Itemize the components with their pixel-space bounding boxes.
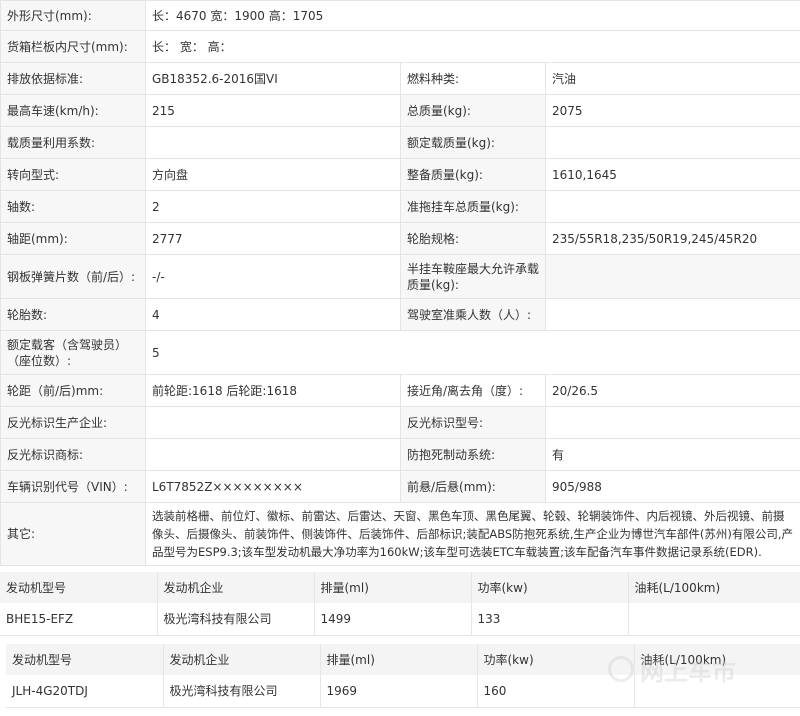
engine-table-2: 发动机型号 发动机企业 排量(ml) 功率(kw) 油耗(L/100km) JL… bbox=[6, 644, 800, 708]
saddle-load-label: 半挂车鞍座最大允许承载质量(kg): bbox=[400, 254, 546, 299]
engine-model-cell: BHE15-EFZ bbox=[0, 603, 157, 636]
spec-row-passengers: 额定载客（含驾驶员）（座位数）: 5 bbox=[0, 330, 800, 375]
leaf-spring-value: -/- bbox=[145, 254, 401, 299]
engine-maker-header: 发动机企业 bbox=[156, 572, 314, 603]
power-header: 功率(kw) bbox=[470, 572, 628, 603]
abs-value: 有 bbox=[544, 438, 800, 471]
load-utilization-value bbox=[145, 126, 401, 159]
track-width-value: 前轮距:1618 后轮距:1618 bbox=[145, 374, 401, 407]
passenger-capacity-value: 5 bbox=[144, 330, 800, 375]
axle-count-value: 2 bbox=[145, 190, 401, 223]
track-width-label: 轮距（前/后)mm: bbox=[0, 374, 146, 407]
abs-label: 防抱死制动系统: bbox=[400, 438, 546, 471]
spec-row-load: 载质量利用系数: 额定载质量(kg): bbox=[0, 126, 800, 159]
table-row: BHE15-EFZ 极光湾科技有限公司 1499 133 bbox=[0, 603, 800, 636]
emission-standard-label: 排放依据标准: bbox=[0, 62, 146, 95]
steering-value: 方向盘 bbox=[145, 158, 401, 191]
other-label: 其它: bbox=[0, 502, 146, 566]
reflector-model-label: 反光标识型号: bbox=[400, 406, 546, 439]
saddle-load-value bbox=[544, 254, 800, 299]
emission-standard-value: GB18352.6-2016国VI bbox=[145, 62, 401, 95]
leaf-spring-label: 钢板弹簧片数（前/后）: bbox=[0, 254, 146, 299]
tire-count-label: 轮胎数: bbox=[0, 298, 146, 331]
engine-maker-header: 发动机企业 bbox=[162, 644, 320, 675]
spec-row-steering: 转向型式: 方向盘 整备质量(kg): 1610,1645 bbox=[0, 158, 800, 191]
fuel-consumption-cell bbox=[627, 603, 800, 636]
axle-count-label: 轴数: bbox=[0, 190, 146, 223]
spec-row-wheelbase: 轴距(mm): 2777 轮胎规格: 235/55R18,235/50R19,2… bbox=[0, 222, 800, 255]
reflector-model-value bbox=[544, 406, 800, 439]
fuel-type-label: 燃料种类: bbox=[400, 62, 546, 95]
total-mass-label: 总质量(kg): bbox=[400, 94, 546, 127]
curb-mass-label: 整备质量(kg): bbox=[400, 158, 546, 191]
spec-row-reflect-brand: 反光标识商标: 防抱死制动系统: 有 bbox=[0, 438, 800, 471]
approach-angle-label: 接近角/离去角（度）: bbox=[400, 374, 546, 407]
total-mass-value: 2075 bbox=[544, 94, 800, 127]
power-cell: 133 bbox=[470, 603, 628, 636]
cargo-size-label: 货箱栏板内尺寸(mm): bbox=[0, 30, 146, 63]
reflector-maker-value bbox=[145, 406, 401, 439]
cargo-size-value: 长： 宽： 高： bbox=[144, 30, 800, 63]
displacement-header: 排量(ml) bbox=[319, 644, 477, 675]
spec-row-vin: 车辆识别代号（VIN）: L6T7852Z××××××××× 前悬/后悬(mm)… bbox=[0, 470, 800, 503]
engine-maker-cell: 极光湾科技有限公司 bbox=[162, 675, 320, 708]
wheelbase-label: 轴距(mm): bbox=[0, 222, 146, 255]
other-value: 选装前格栅、前位灯、徽标、前雷达、后雷达、天窗、黑色车顶、黑色尾翼、轮毂、轮辋装… bbox=[144, 502, 800, 566]
spec-row-track: 轮距（前/后)mm: 前轮距:1618 后轮距:1618 接近角/离去角（度）:… bbox=[0, 374, 800, 407]
rated-load-label: 额定载质量(kg): bbox=[400, 126, 546, 159]
load-utilization-label: 载质量利用系数: bbox=[0, 126, 146, 159]
max-speed-label: 最高车速(km/h): bbox=[0, 94, 146, 127]
steering-label: 转向型式: bbox=[0, 158, 146, 191]
spec-row-tires: 轮胎数: 4 驾驶室准乘人数（人）: bbox=[0, 298, 800, 331]
trailer-mass-value bbox=[544, 190, 800, 223]
power-header: 功率(kw) bbox=[476, 644, 634, 675]
spec-row-speed: 最高车速(km/h): 215 总质量(kg): 2075 bbox=[0, 94, 800, 127]
dimensions-label: 外形尺寸(mm): bbox=[0, 0, 146, 31]
reflector-maker-label: 反光标识生产企业: bbox=[0, 406, 146, 439]
fuel-consumption-header: 油耗(L/100km) bbox=[627, 572, 800, 603]
tire-count-value: 4 bbox=[145, 298, 401, 331]
rated-load-value bbox=[544, 126, 800, 159]
curb-mass-value: 1610,1645 bbox=[544, 158, 800, 191]
trailer-mass-label: 准拖挂车总质量(kg): bbox=[400, 190, 546, 223]
fuel-consumption-header: 油耗(L/100km) bbox=[633, 644, 800, 675]
displacement-cell: 1499 bbox=[313, 603, 471, 636]
displacement-header: 排量(ml) bbox=[313, 572, 471, 603]
engine-model-header: 发动机型号 bbox=[0, 572, 157, 603]
displacement-cell: 1969 bbox=[319, 675, 477, 708]
dimensions-value: 长：4670 宽：1900 高：1705 bbox=[144, 0, 800, 31]
engine-table-1: 发动机型号 发动机企业 排量(ml) 功率(kw) 油耗(L/100km) BH… bbox=[0, 572, 800, 636]
passenger-capacity-label: 额定载客（含驾驶员）（座位数）: bbox=[0, 330, 146, 375]
approach-angle-value: 20/26.5 bbox=[544, 374, 800, 407]
overhang-label: 前悬/后悬(mm): bbox=[400, 470, 546, 503]
vehicle-spec-table: 外形尺寸(mm): 长：4670 宽：1900 高：1705 货箱栏板内尺寸(m… bbox=[0, 0, 800, 566]
spec-row-other: 其它: 选装前格栅、前位灯、徽标、前雷达、后雷达、天窗、黑色车顶、黑色尾翼、轮毂… bbox=[0, 502, 800, 566]
reflector-brand-value bbox=[145, 438, 401, 471]
cab-capacity-value bbox=[544, 298, 800, 331]
fuel-type-value: 汽油 bbox=[544, 62, 800, 95]
spec-row-cargo: 货箱栏板内尺寸(mm): 长： 宽： 高： bbox=[0, 30, 800, 63]
cab-capacity-label: 驾驶室准乘人数（人）: bbox=[400, 298, 546, 331]
table-row: JLH-4G20TDJ 极光湾科技有限公司 1969 160 bbox=[6, 675, 800, 708]
tire-spec-label: 轮胎规格: bbox=[400, 222, 546, 255]
tire-spec-value: 235/55R18,235/50R19,245/45R20 bbox=[544, 222, 800, 255]
vin-value: L6T7852Z××××××××× bbox=[145, 470, 401, 503]
spec-row-spring: 钢板弹簧片数（前/后）: -/- 半挂车鞍座最大允许承载质量(kg): bbox=[0, 254, 800, 299]
power-cell: 160 bbox=[476, 675, 634, 708]
engine-table-2-header: 发动机型号 发动机企业 排量(ml) 功率(kw) 油耗(L/100km) bbox=[6, 644, 800, 675]
spec-row-reflect-maker: 反光标识生产企业: 反光标识型号: bbox=[0, 406, 800, 439]
fuel-consumption-cell bbox=[633, 675, 800, 708]
wheelbase-value: 2777 bbox=[145, 222, 401, 255]
engine-model-header: 发动机型号 bbox=[6, 644, 163, 675]
engine-table-1-header: 发动机型号 发动机企业 排量(ml) 功率(kw) 油耗(L/100km) bbox=[0, 572, 800, 603]
spec-row-dimensions: 外形尺寸(mm): 长：4670 宽：1900 高：1705 bbox=[0, 0, 800, 31]
vin-label: 车辆识别代号（VIN）: bbox=[0, 470, 146, 503]
max-speed-value: 215 bbox=[145, 94, 401, 127]
overhang-value: 905/988 bbox=[544, 470, 800, 503]
reflector-brand-label: 反光标识商标: bbox=[0, 438, 146, 471]
engine-maker-cell: 极光湾科技有限公司 bbox=[156, 603, 314, 636]
engine-model-cell: JLH-4G20TDJ bbox=[6, 675, 163, 708]
spec-row-axles: 轴数: 2 准拖挂车总质量(kg): bbox=[0, 190, 800, 223]
spec-row-emission: 排放依据标准: GB18352.6-2016国VI 燃料种类: 汽油 bbox=[0, 62, 800, 95]
